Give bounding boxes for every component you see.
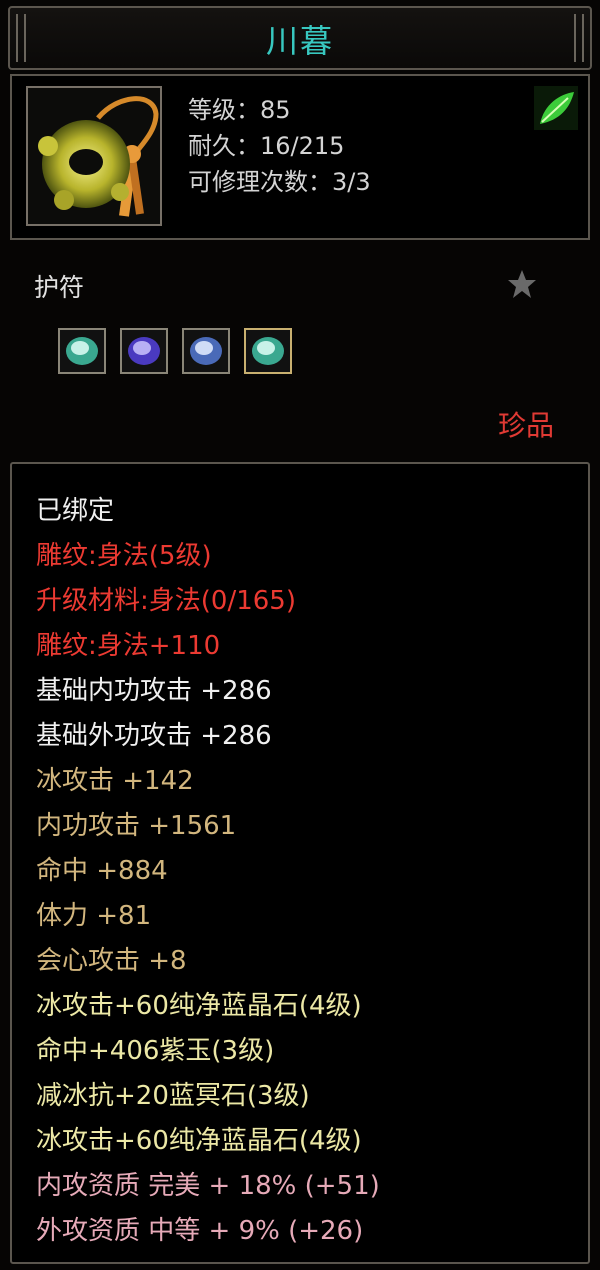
bound-status: 已绑定: [36, 496, 115, 526]
bonus-attribute: 冰攻击 +142: [36, 766, 194, 796]
bonus-attribute: 会心攻击 +8: [36, 946, 187, 976]
gem-attribute: 减冰抗+20蓝冥石(3级): [36, 1081, 310, 1111]
upgrade-material: 升级材料:身法(0/165): [36, 586, 296, 616]
base-attribute: 基础外功攻击 +286: [36, 721, 272, 751]
quality-attribute: 外攻资质 中等 + 9% (+26): [36, 1216, 364, 1246]
tooltip-title-bar: 川暮: [8, 6, 592, 70]
gem-attribute: 命中+406紫玉(3级): [36, 1036, 275, 1066]
item-slot[interactable]: [26, 86, 162, 226]
durability-stat: 耐久：16/215: [188, 132, 345, 160]
blue-gem-icon: [190, 337, 222, 365]
bonus-attribute: 命中 +884: [36, 856, 168, 886]
base-attribute: 基础内功攻击 +286: [36, 676, 272, 706]
purple-gem-icon: [128, 337, 160, 365]
engraving-bonus: 雕纹:身法+110: [36, 631, 221, 661]
bonus-attribute: 体力 +81: [36, 901, 152, 931]
level-stat: 等级：85: [188, 96, 291, 124]
item-header: 等级：85 耐久：16/215 可修理次数：3/3: [10, 74, 590, 240]
jade-gem-icon: [252, 337, 284, 365]
gem-attribute: 冰攻击+60纯净蓝晶石(4级): [36, 991, 362, 1021]
gem-slot-3[interactable]: [182, 328, 230, 374]
gem-slot-2[interactable]: [120, 328, 168, 374]
bonus-attribute: 内功攻击 +1561: [36, 811, 237, 841]
rarity-label: 珍品: [497, 409, 554, 442]
engraving-level: 雕纹:身法(5级): [36, 541, 212, 571]
quality-attribute: 内攻资质 完美 + 18% (+51): [36, 1171, 380, 1201]
leaf-badge-icon: [534, 86, 578, 130]
jade-gem-icon: [66, 337, 98, 365]
star-icon[interactable]: [506, 268, 538, 300]
attribute-list: 已绑定 雕纹:身法(5级) 升级材料:身法(0/165) 雕纹:身法+110 基…: [10, 462, 590, 1264]
gem-slot-1[interactable]: [58, 328, 106, 374]
item-name: 川暮: [265, 22, 334, 60]
amulet-icon: [38, 96, 159, 217]
gem-attribute: 冰攻击+60纯净蓝晶石(4级): [36, 1126, 362, 1156]
repair-count-stat: 可修理次数：3/3: [188, 168, 371, 196]
item-category: 护符: [34, 273, 85, 302]
gem-slot-4[interactable]: [244, 328, 292, 374]
